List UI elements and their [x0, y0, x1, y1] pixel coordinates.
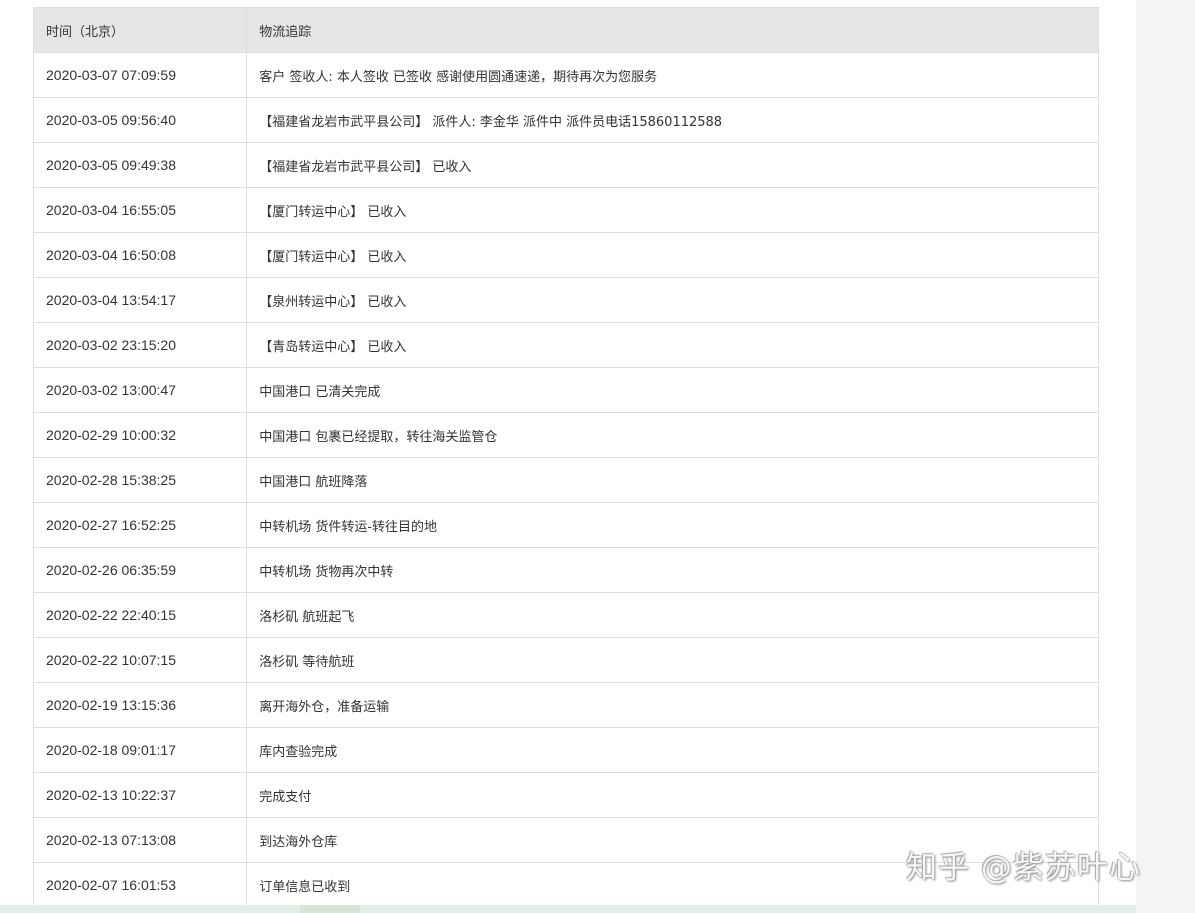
tracking-info-cell: 洛杉矶 航班起飞: [246, 592, 1099, 638]
tracking-info-cell: 中国港口 已清关完成: [246, 367, 1099, 413]
table-row: 2020-03-02 23:15:20 【青岛转运中心】 已收入: [32, 322, 1099, 368]
time-cell: 2020-02-26 06:35:59: [32, 547, 248, 593]
table-row: 2020-02-28 15:38:25 中国港口 航班降落: [32, 457, 1099, 503]
table-row: 2020-02-29 10:00:32 中国港口 包裹已经提取，转往海关监管仓: [32, 412, 1099, 458]
tracking-info-cell: 【福建省龙岩市武平县公司】 派件人: 李金华 派件中 派件员电话15860112…: [246, 97, 1099, 143]
table-row: 2020-02-18 09:01:17 库内查验完成: [32, 727, 1099, 773]
table-row: 2020-02-19 13:15:36 离开海外仓，准备运输: [32, 682, 1099, 728]
watermark: 知乎 @紫苏叶心: [906, 850, 1141, 886]
time-cell: 2020-02-19 13:15:36: [32, 682, 248, 728]
scrollbar-thumb[interactable]: [300, 905, 360, 913]
time-cell: 2020-02-22 10:07:15: [32, 637, 248, 683]
tracking-info-cell: 【福建省龙岩市武平县公司】 已收入: [246, 142, 1099, 188]
tracking-info-cell: 中国港口 包裹已经提取，转往海关监管仓: [246, 412, 1099, 458]
tracking-info-cell: 洛杉矶 等待航班: [246, 637, 1099, 683]
tracking-column-header: 物流追踪: [246, 7, 1099, 53]
time-cell: 2020-03-05 09:49:38: [32, 142, 248, 188]
tracking-info-cell: 中转机场 货物再次中转: [246, 547, 1099, 593]
time-column-header: 时间（北京）: [32, 7, 248, 53]
time-cell: 2020-02-28 15:38:25: [32, 457, 248, 503]
time-cell: 2020-03-05 09:56:40: [32, 97, 248, 143]
table-row: 2020-03-05 09:56:40 【福建省龙岩市武平县公司】 派件人: 李…: [32, 97, 1099, 143]
table-row: 2020-02-22 22:40:15 洛杉矶 航班起飞: [32, 592, 1099, 638]
tracking-info-cell: 库内查验完成: [246, 727, 1099, 773]
tracking-info-cell: 【厦门转运中心】 已收入: [246, 232, 1099, 278]
page-content: 时间（北京） 物流追踪 2020-03-07 07:09:59 客户 签收人: …: [0, 0, 1136, 913]
table-row: 2020-03-05 09:49:38 【福建省龙岩市武平县公司】 已收入: [32, 142, 1099, 188]
time-cell: 2020-02-07 16:01:53: [32, 862, 248, 908]
time-cell: 2020-03-04 16:55:05: [32, 187, 248, 233]
time-cell: 2020-03-04 13:54:17: [32, 277, 248, 323]
tracking-info-cell: 【厦门转运中心】 已收入: [246, 187, 1099, 233]
right-side-panel: [1136, 0, 1195, 913]
tracking-info-cell: 完成支付: [246, 772, 1099, 818]
table-row: 2020-03-02 13:00:47 中国港口 已清关完成: [32, 367, 1099, 413]
tracking-info-cell: 【泉州转运中心】 已收入: [246, 277, 1099, 323]
table-header-row: 时间（北京） 物流追踪: [32, 7, 1099, 53]
table-row: 2020-02-13 10:22:37 完成支付: [32, 772, 1099, 818]
tracking-info-cell: 【青岛转运中心】 已收入: [246, 322, 1099, 368]
tracking-info-cell: 中转机场 货件转运-转往目的地: [246, 502, 1099, 548]
time-cell: 2020-02-13 10:22:37: [32, 772, 248, 818]
tracking-table-body: 2020-03-07 07:09:59 客户 签收人: 本人签收 已签收 感谢使…: [32, 52, 1099, 908]
table-row: 2020-03-07 07:09:59 客户 签收人: 本人签收 已签收 感谢使…: [32, 52, 1099, 98]
table-row: 2020-02-27 16:52:25 中转机场 货件转运-转往目的地: [32, 502, 1099, 548]
tracking-info-cell: 离开海外仓，准备运输: [246, 682, 1099, 728]
table-row: 2020-02-22 10:07:15 洛杉矶 等待航班: [32, 637, 1099, 683]
table-row: 2020-03-04 16:50:08 【厦门转运中心】 已收入: [32, 232, 1099, 278]
table-row: 2020-03-04 13:54:17 【泉州转运中心】 已收入: [32, 277, 1099, 323]
time-cell: 2020-02-29 10:00:32: [32, 412, 248, 458]
time-cell: 2020-02-18 09:01:17: [32, 727, 248, 773]
tracking-table: 时间（北京） 物流追踪 2020-03-07 07:09:59 客户 签收人: …: [32, 7, 1099, 908]
time-cell: 2020-02-13 07:13:08: [32, 817, 248, 863]
tracking-info-cell: 中国港口 航班降落: [246, 457, 1099, 503]
time-cell: 2020-02-27 16:52:25: [32, 502, 248, 548]
time-cell: 2020-03-02 23:15:20: [32, 322, 248, 368]
table-row: 2020-03-04 16:55:05 【厦门转运中心】 已收入: [32, 187, 1099, 233]
time-cell: 2020-03-04 16:50:08: [32, 232, 248, 278]
time-cell: 2020-02-22 22:40:15: [32, 592, 248, 638]
tracking-info-cell: 客户 签收人: 本人签收 已签收 感谢使用圆通速递，期待再次为您服务: [246, 52, 1099, 98]
time-cell: 2020-03-07 07:09:59: [32, 52, 248, 98]
horizontal-scrollbar[interactable]: [0, 905, 1136, 913]
time-cell: 2020-03-02 13:00:47: [32, 367, 248, 413]
table-row: 2020-02-26 06:35:59 中转机场 货物再次中转: [32, 547, 1099, 593]
